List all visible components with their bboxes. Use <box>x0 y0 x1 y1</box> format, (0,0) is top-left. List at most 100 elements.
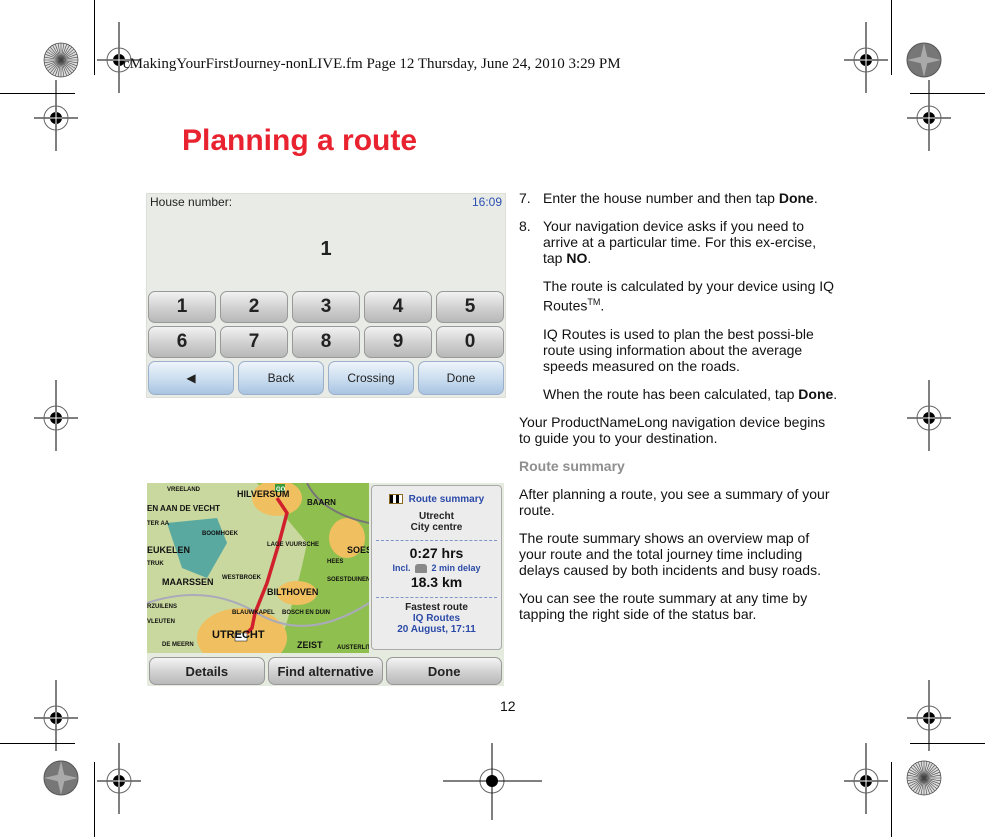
map-place-label: AUSTERLITZ <box>337 645 369 651</box>
route-summary-buttons: Details Find alternative Done <box>149 657 503 685</box>
registration-target-icon <box>843 742 889 815</box>
journey-distance: 18.3 km <box>410 574 463 591</box>
house-number-value: 1 <box>320 238 332 260</box>
map-place-label: TER AA <box>147 521 170 527</box>
summary-title: Route summary <box>408 494 485 505</box>
map-place-label: ZEIST <box>297 640 323 650</box>
step-8: 8. Your navigation device asks if you ne… <box>519 218 839 402</box>
step-7: 7. Enter the house number and then tap D… <box>519 190 839 206</box>
done-button[interactable]: Done <box>386 657 503 685</box>
find-alternative-button[interactable]: Find alternative <box>267 657 384 685</box>
destination-area: City centre <box>410 522 463 533</box>
ui-term: Done <box>798 385 834 402</box>
details-button[interactable]: Details <box>149 657 265 685</box>
map-place-label: BAARN <box>307 498 336 507</box>
step-number: 8. <box>519 218 531 234</box>
registration-target-icon <box>33 679 79 752</box>
map-place-label: VREELAND <box>167 487 201 493</box>
map-place-label: MAARSSEN <box>162 577 214 587</box>
map-place-label: HEES <box>327 559 343 565</box>
step-paragraph: Enter the house number and then tap Done… <box>543 190 818 206</box>
print-header: cMakingYourFirstJourney-nonLIVE.fm Page … <box>123 56 621 72</box>
text: . <box>813 190 818 206</box>
route-map: GO VREELAND HILVERSUMEN AAN DE VECHTBAARN… <box>147 483 369 653</box>
delay-value: 2 min delay <box>431 563 481 573</box>
backspace-button[interactable]: ◀ <box>148 361 234 395</box>
color-target-icon <box>906 42 942 78</box>
key-4[interactable]: 4 <box>364 291 432 323</box>
key-0[interactable]: 0 <box>436 326 504 358</box>
traffic-car-icon <box>414 564 427 574</box>
divider <box>376 540 497 541</box>
key-1[interactable]: 1 <box>148 291 216 323</box>
text: . <box>833 385 838 402</box>
map-place-label: HILVERSUM <box>237 489 289 499</box>
back-button[interactable]: Back <box>238 361 324 395</box>
map-place-label: BLAUWKAPEL <box>232 610 275 616</box>
text: Enter the house number and then tap <box>543 190 779 206</box>
registration-target-icon <box>843 21 889 94</box>
delay-prefix: Incl. <box>392 563 411 573</box>
finish-flag-icon <box>388 494 403 505</box>
map-place-label: RZUILENS <box>147 604 177 610</box>
text: The route is calculated by your device u… <box>543 278 835 314</box>
text: When the route has been calculated, tap <box>543 385 799 402</box>
summary-paragraph: The route summary shows an overview map … <box>519 529 821 578</box>
summary-paragraph: After planning a route, you see a summar… <box>519 485 830 518</box>
text: . <box>587 250 592 266</box>
starburst-target-icon <box>906 760 942 796</box>
map-place-label: BILTHOVEN <box>267 587 318 597</box>
registration-target-icon <box>906 79 952 152</box>
trademark: TM <box>587 297 601 307</box>
guide-paragraph: Your ProductNameLong navigation device b… <box>519 413 826 446</box>
map-place-label: LAGE VUURSCHE <box>267 542 319 548</box>
ui-term: Done <box>778 190 814 206</box>
route-type: Fastest route <box>405 602 468 614</box>
map-place-label: EUKELEN <box>147 545 190 555</box>
key-2[interactable]: 2 <box>220 291 288 323</box>
page-number: 12 <box>500 698 516 714</box>
key-9[interactable]: 9 <box>364 326 432 358</box>
crossing-button[interactable]: Crossing <box>328 361 414 395</box>
registration-target-icon <box>33 79 79 152</box>
registration-target-icon <box>33 379 79 452</box>
delay-row: Incl. 2 min delay <box>372 563 501 574</box>
key-5[interactable]: 5 <box>436 291 504 323</box>
map-place-label: DE MEERN <box>162 642 194 648</box>
step-paragraph: IQ Routes is used to plan the best possi… <box>543 325 814 374</box>
registration-target-icon <box>906 379 952 452</box>
map-place-label: SOESTDUINEN <box>327 577 369 583</box>
map-place-label: UTRECHT <box>212 629 265 641</box>
keypad-row: 6 7 8 9 0 <box>148 326 504 358</box>
map-place-label: VLEUTEN <box>147 619 175 625</box>
route-summary-screenshot: GO VREELAND HILVERSUM EN AAN DE VECHT BAARN… <box>147 483 504 686</box>
destination-city: Utrecht <box>418 511 454 522</box>
map-place-label: BOOMHOEK <box>202 531 239 537</box>
map-place-label: WESTBROEK <box>222 575 262 581</box>
step-paragraph: When the route has been calculated, tap … <box>543 386 839 402</box>
section-subheading: Route summary <box>519 457 625 474</box>
summary-paragraph: You can see the route summary at any tim… <box>519 589 808 622</box>
step-number: 7. <box>519 190 531 206</box>
journey-duration: 0:27 hrs <box>409 545 464 561</box>
keypad-row: 1 2 3 4 5 <box>148 291 504 323</box>
route-summary-panel[interactable]: Route summary Utrecht City centre 0:27 h… <box>371 485 502 650</box>
key-7[interactable]: 7 <box>220 326 288 358</box>
step-body: Your navigation device asks if you need … <box>543 218 839 402</box>
key-6[interactable]: 6 <box>148 326 216 358</box>
departure-date: 20 August, 17:11 <box>397 624 476 636</box>
color-target-icon <box>43 760 79 796</box>
key-3[interactable]: 3 <box>292 291 360 323</box>
ui-term: NO <box>566 250 588 266</box>
map-place-label: BOSCH EN DUIN <box>282 610 330 616</box>
step-body: Enter the house number and then tap Done… <box>543 190 818 206</box>
backspace-arrow-icon: ◀ <box>186 371 196 385</box>
registration-target-icon <box>96 742 142 815</box>
routing-method: IQ Routes <box>412 613 461 625</box>
summary-title-row: Route summary <box>372 494 501 505</box>
key-8[interactable]: 8 <box>292 326 360 358</box>
instructions-column: 7. Enter the house number and then tap D… <box>519 190 839 634</box>
house-number-label: House number: <box>150 195 233 209</box>
destination: Utrecht City centre <box>372 511 501 533</box>
done-button[interactable]: Done <box>418 361 504 395</box>
